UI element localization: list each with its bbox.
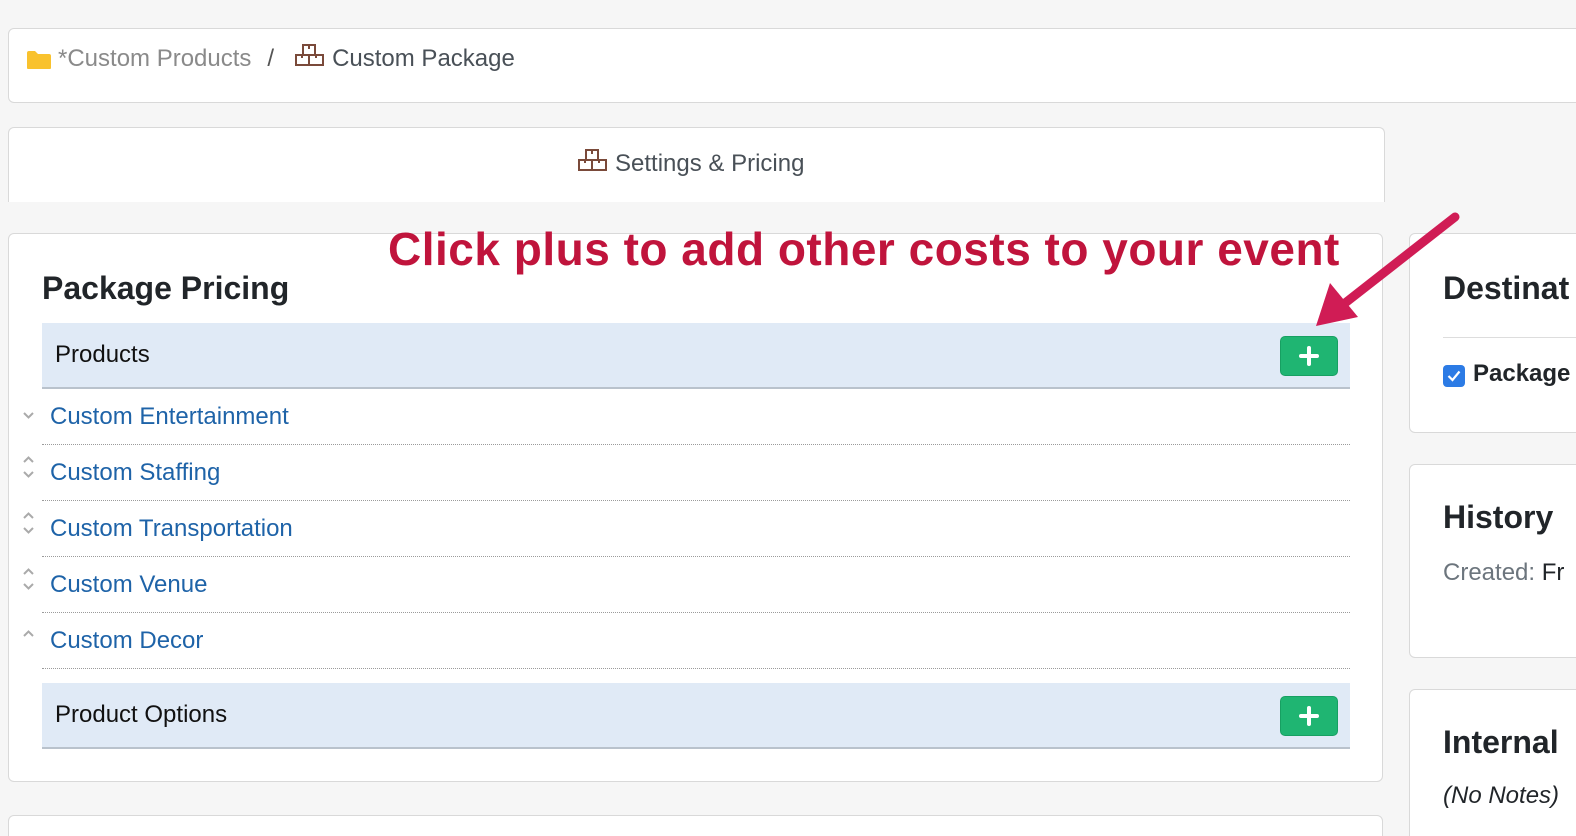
product-link[interactable]: Custom Entertainment bbox=[50, 403, 289, 431]
product-link[interactable]: Custom Staffing bbox=[50, 459, 220, 487]
created-value: Fr bbox=[1541, 559, 1565, 586]
product-row[interactable]: Custom Decor bbox=[42, 613, 1350, 669]
chevron-up-icon[interactable] bbox=[22, 567, 35, 576]
product-link[interactable]: Custom Decor bbox=[50, 627, 203, 655]
created-label: Created: bbox=[1443, 559, 1536, 586]
divider bbox=[1443, 337, 1576, 338]
created-info: Created: Fr bbox=[1443, 559, 1564, 587]
product-row[interactable]: Custom Staffing bbox=[42, 445, 1350, 501]
chevron-up-icon[interactable] bbox=[22, 455, 35, 464]
product-link[interactable]: Custom Transportation bbox=[50, 515, 293, 543]
no-notes-text: (No Notes) bbox=[1443, 782, 1560, 809]
move-down-control[interactable] bbox=[21, 411, 35, 420]
product-row[interactable]: Custom Venue bbox=[42, 557, 1350, 613]
package-pricing-card: Package Pricing Products Custom Entertai… bbox=[8, 233, 1383, 782]
boxes-icon bbox=[294, 43, 326, 74]
history-title: History bbox=[1443, 499, 1554, 535]
tab-label: Settings & Pricing bbox=[615, 149, 805, 177]
product-row[interactable]: Custom Entertainment bbox=[42, 389, 1350, 445]
card-title: Package Pricing bbox=[42, 270, 290, 306]
breadcrumb-card: *Custom Products / Custom Package bbox=[8, 28, 1576, 103]
tab-settings-pricing[interactable]: Settings & Pricing bbox=[577, 148, 804, 179]
internal-notes-card: Internal (No Notes) bbox=[1409, 689, 1576, 836]
plus-icon bbox=[1299, 706, 1319, 726]
add-product-option-button[interactable] bbox=[1280, 696, 1338, 736]
instruction-annotation: Click plus to add other costs to your ev… bbox=[388, 223, 1340, 275]
boxes-icon bbox=[577, 148, 609, 179]
folder-icon bbox=[26, 49, 52, 69]
package-checkbox[interactable] bbox=[1443, 365, 1465, 387]
next-card bbox=[8, 815, 1383, 836]
reorder-control[interactable] bbox=[21, 511, 35, 535]
breadcrumb-parent-link[interactable]: *Custom Products bbox=[58, 45, 251, 73]
package-checkbox-label: Package bbox=[1473, 360, 1571, 387]
chevron-down-icon[interactable] bbox=[22, 582, 35, 591]
product-row[interactable]: Custom Transportation bbox=[42, 501, 1350, 557]
breadcrumb-current: Custom Package bbox=[332, 44, 515, 72]
chevron-up-icon[interactable] bbox=[22, 629, 35, 638]
move-up-control[interactable] bbox=[21, 629, 35, 638]
breadcrumb: *Custom Products / Custom Package bbox=[26, 43, 515, 74]
product-options-section-header: Product Options bbox=[42, 683, 1350, 749]
chevron-down-icon[interactable] bbox=[22, 411, 35, 420]
products-header-label: Products bbox=[55, 341, 150, 368]
breadcrumb-separator: / bbox=[267, 44, 275, 72]
reorder-control[interactable] bbox=[21, 567, 35, 591]
product-options-header-label: Product Options bbox=[55, 701, 228, 728]
product-link[interactable]: Custom Venue bbox=[50, 571, 207, 599]
history-card: History Created: Fr bbox=[1409, 464, 1576, 658]
products-section-header: Products bbox=[42, 323, 1350, 389]
plus-icon bbox=[1299, 346, 1319, 366]
add-product-button[interactable] bbox=[1280, 336, 1338, 376]
check-icon bbox=[1447, 370, 1461, 382]
chevron-down-icon[interactable] bbox=[22, 526, 35, 535]
internal-notes-title: Internal bbox=[1443, 724, 1559, 760]
chevron-down-icon[interactable] bbox=[22, 470, 35, 479]
tab-bar: Settings & Pricing bbox=[8, 127, 1385, 202]
chevron-up-icon[interactable] bbox=[22, 511, 35, 520]
annotation-arrow-icon bbox=[1316, 212, 1460, 326]
reorder-control[interactable] bbox=[21, 455, 35, 479]
